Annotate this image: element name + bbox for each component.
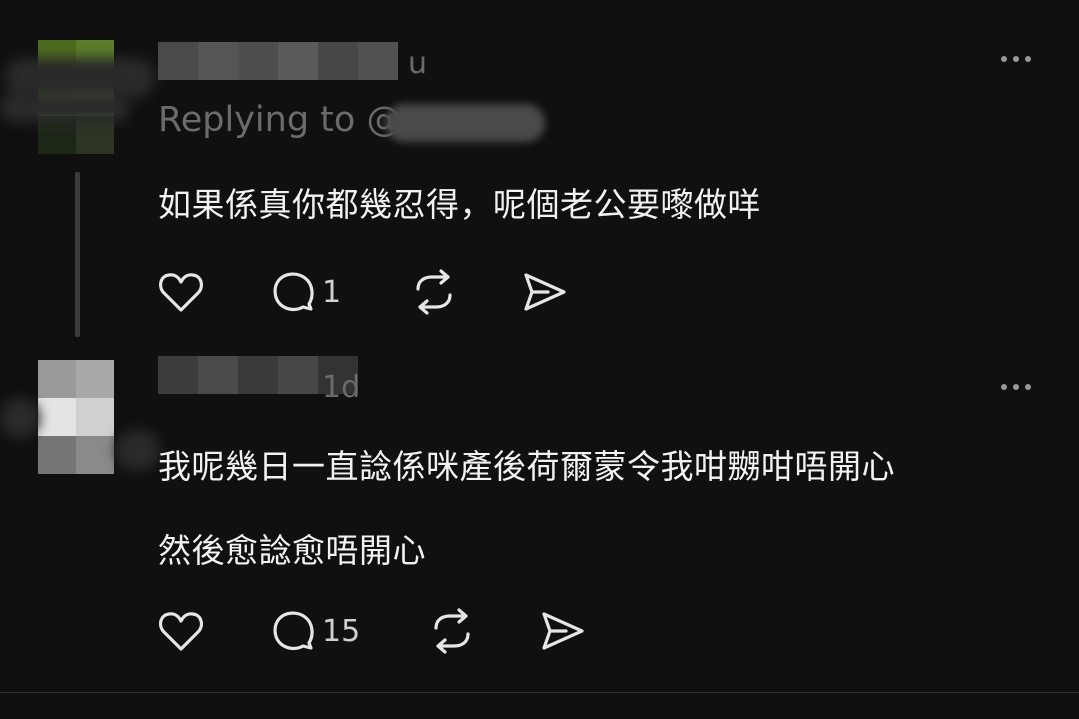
post-body: 如果係真你都幾忍得，呢個老公要嚟做咩 (158, 185, 761, 224)
repost-button[interactable] (410, 268, 458, 316)
reply-count: 1 (322, 274, 342, 310)
post-body-line-1: 我呢幾日一直諗係咪產後荷爾蒙令我咁嬲咁唔開心 (158, 447, 895, 486)
divider (0, 692, 1079, 693)
like-button[interactable] (158, 607, 204, 655)
replying-to-label: Replying to @ (158, 100, 402, 140)
heart-icon (158, 612, 204, 651)
post-time: 1d (322, 370, 361, 405)
replying-to: Replying to @ (158, 100, 401, 140)
username-fragment: u (408, 46, 428, 81)
comment-icon (273, 272, 314, 312)
post-body-line-2: 然後愈諗愈唔開心 (158, 531, 426, 570)
reply-count: 15 (322, 613, 361, 649)
username-redacted[interactable] (158, 42, 398, 80)
share-icon (542, 612, 584, 650)
more-icon (1001, 56, 1007, 62)
comment-button[interactable]: 15 (270, 607, 360, 655)
thread-view: u Replying to @ 如果係真你都幾忍得，呢個老公要嚟做咩 1 1d … (0, 0, 1079, 719)
share-button[interactable] (522, 268, 568, 316)
repost-icon (434, 608, 470, 654)
share-icon (524, 273, 566, 311)
avatar[interactable] (38, 360, 114, 474)
repost-button[interactable] (428, 607, 476, 655)
like-button[interactable] (158, 268, 204, 316)
mention-redacted[interactable] (385, 104, 545, 142)
heart-icon (158, 273, 204, 312)
more-options-button[interactable] (1001, 56, 1031, 62)
more-icon (1001, 384, 1007, 390)
repost-icon (416, 269, 452, 315)
comment-button[interactable]: 1 (270, 268, 341, 316)
more-options-button[interactable] (1001, 384, 1031, 390)
share-button[interactable] (540, 607, 586, 655)
thread-line (75, 172, 80, 337)
comment-icon (273, 611, 314, 651)
